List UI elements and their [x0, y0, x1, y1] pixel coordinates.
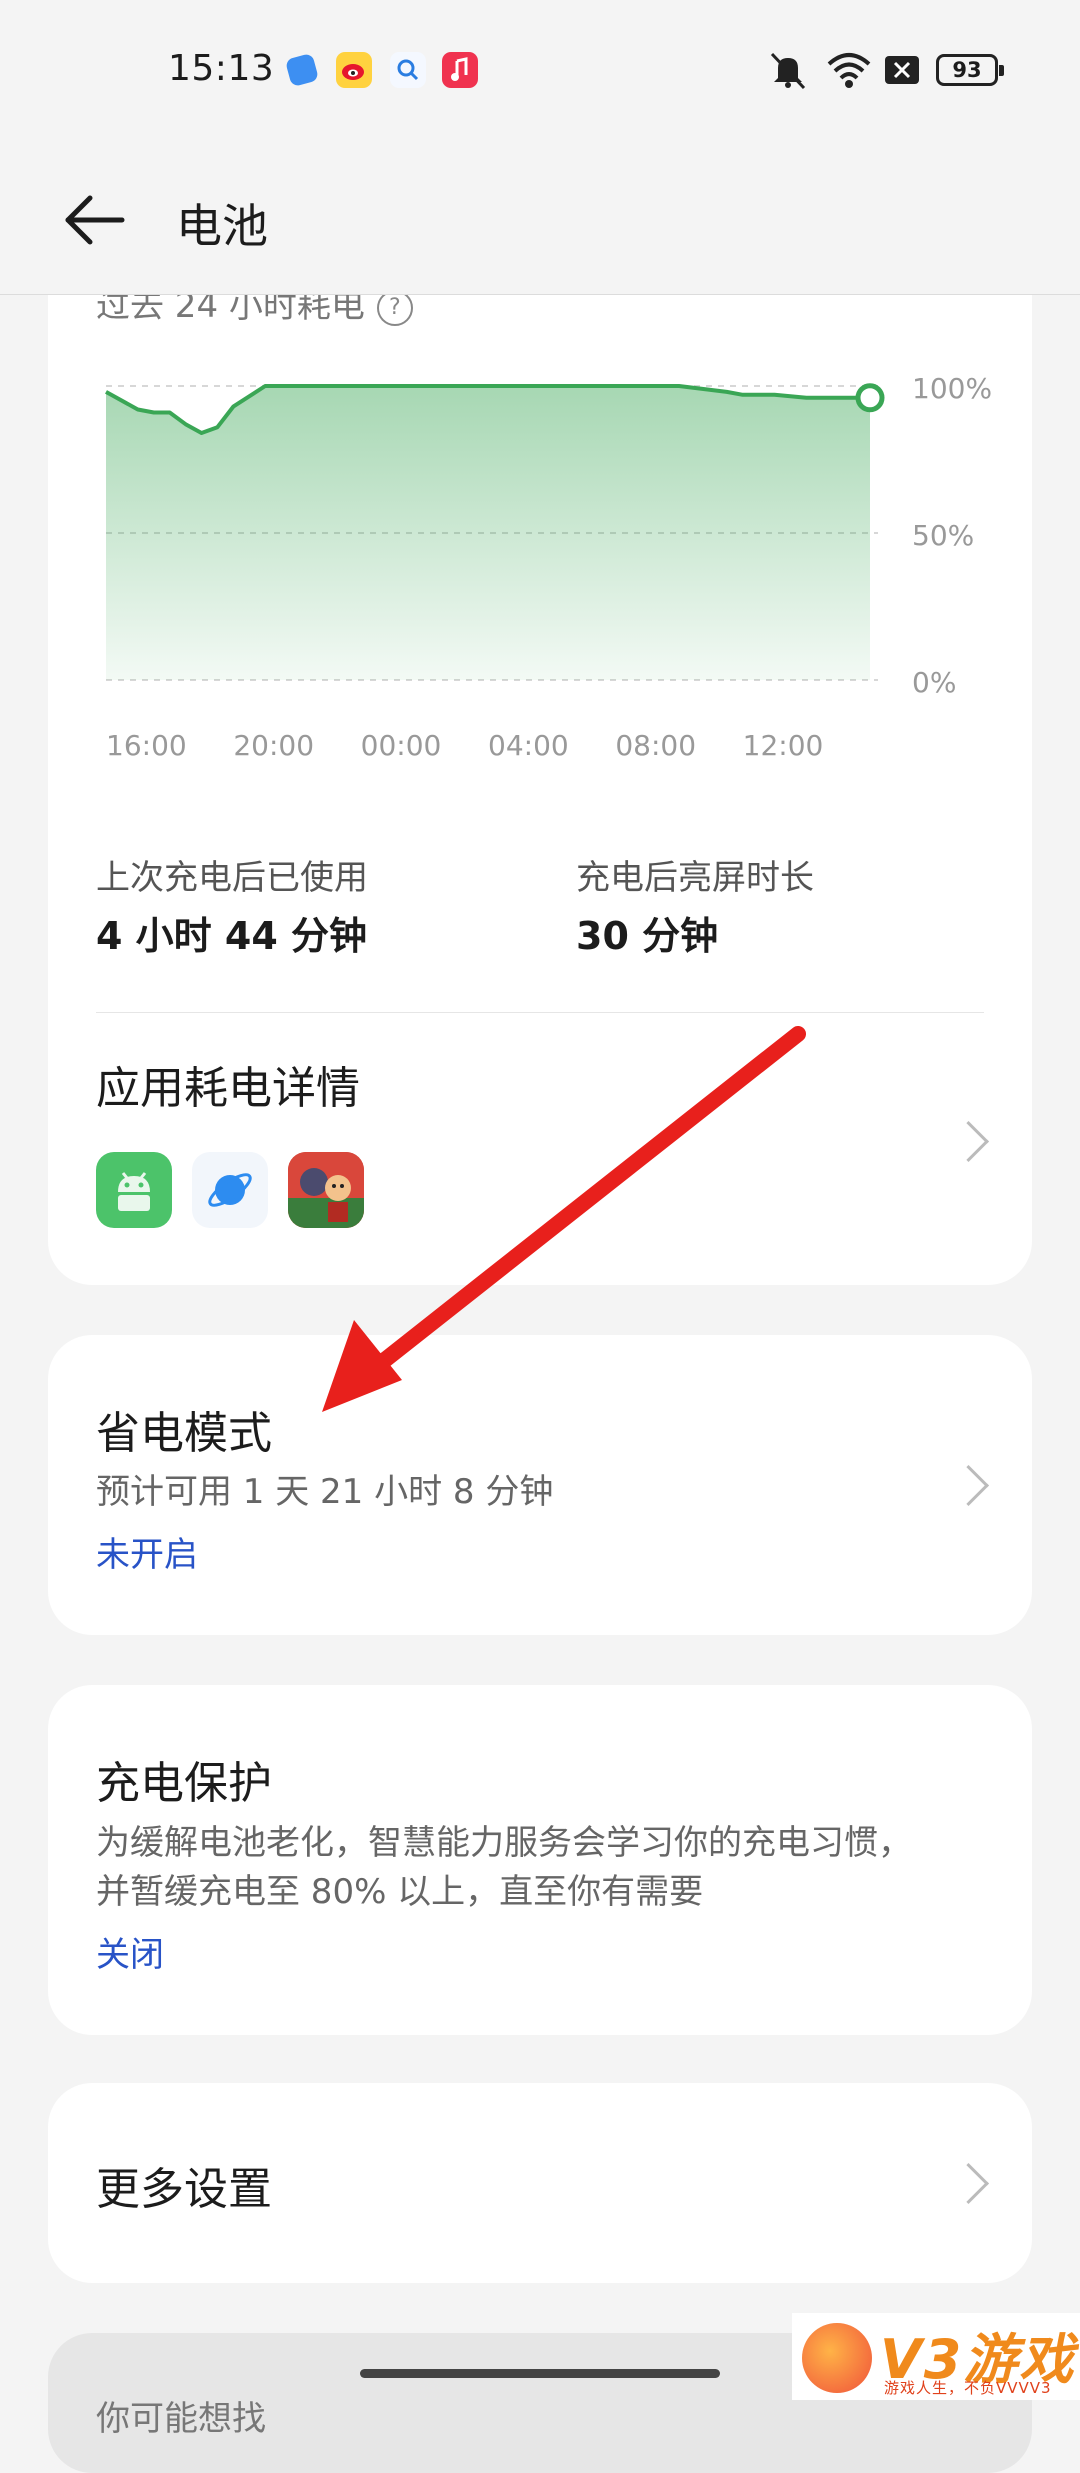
y-tick-label: 100% [912, 372, 992, 405]
watermark-logo [802, 2323, 872, 2393]
since-charge-value: 4 小时 44 分钟 [96, 914, 368, 958]
status-time: 15:13 [168, 48, 275, 89]
watermark: V3游戏 游戏人生，不负VVVV3 [792, 2313, 1080, 2400]
app-usage-row[interactable]: 应用耗电详情 [48, 1012, 1032, 1282]
mute-icon [766, 50, 810, 90]
x-tick-label: 04:00 [488, 729, 569, 760]
since-charge-label: 上次充电后已使用 [96, 858, 368, 898]
x-tick-label: 08:00 [615, 729, 696, 760]
charge-protection-card[interactable]: 充电保护 为缓解电池老化，智慧能力服务会学习你的充电习惯， 并暂缓充电至 80%… [48, 1685, 1032, 2035]
music-icon [442, 52, 478, 88]
watermark-slogan: 游戏人生，不负VVVV3 [884, 2379, 1052, 2397]
chart-current-point [855, 383, 885, 413]
browser-icon [192, 1152, 268, 1228]
chevron-right-icon [947, 1120, 990, 1163]
more-settings-title: 更多设置 [96, 2164, 272, 2215]
charge-protection-status: 关闭 [96, 1935, 164, 1975]
x-tick-label: 00:00 [361, 729, 442, 760]
back-arrow-icon[interactable] [60, 192, 130, 248]
android-icon [96, 1152, 172, 1228]
power-saving-card[interactable]: 省电模式 预计可用 1 天 21 小时 8 分钟 未开启 [48, 1335, 1032, 1635]
status-bar: 15:13 93 [0, 0, 1080, 140]
screen-on-label: 充电后亮屏时长 [576, 858, 814, 898]
power-saving-estimate: 预计可用 1 天 21 小时 8 分钟 [96, 1472, 554, 1512]
battery-chart: 100% 50% 0% 16:00 20:00 00:00 04:00 08:00 12:00 [105, 372, 992, 760]
game-icon [288, 1152, 364, 1228]
suggestions-title: 你可能想找 [96, 2399, 266, 2439]
search-app-icon [390, 52, 426, 88]
wifi-icon [826, 50, 872, 90]
x-tick-label: 12:00 [743, 729, 824, 760]
battery-usage-card: 过去 24 小时耗电? 100% 50% 0% 16:00 20:00 00:00 04:0… [48, 240, 1032, 1285]
app-blue-icon [284, 52, 320, 88]
y-tick-label: 50% [912, 519, 974, 552]
screen-on-value: 30 分钟 [576, 914, 719, 958]
weibo-icon [336, 52, 372, 88]
power-saving-status: 未开启 [96, 1535, 198, 1575]
chevron-right-icon [947, 2162, 990, 2205]
app-usage-title: 应用耗电详情 [96, 1063, 360, 1114]
battery-indicator: 93 [936, 54, 1004, 86]
y-tick-label: 0% [912, 666, 956, 699]
charge-protection-desc-2: 并暂缓充电至 80% 以上，直至你有需要 [96, 1872, 704, 1912]
more-settings-card[interactable]: 更多设置 [48, 2083, 1032, 2283]
charge-protection-desc-1: 为缓解电池老化，智慧能力服务会学习你的充电习惯， [96, 1823, 912, 1863]
power-saving-title: 省电模式 [96, 1408, 272, 1459]
chart-area-fill [106, 386, 870, 680]
top-app-bar: 电池 [0, 140, 1080, 295]
x-tick-label: 20:00 [233, 729, 314, 760]
page-title: 电池 [176, 199, 268, 253]
charge-protection-title: 充电保护 [96, 1758, 272, 1809]
chevron-right-icon [947, 1464, 990, 1507]
close-box-icon [885, 50, 921, 90]
x-tick-label: 16:00 [106, 729, 187, 760]
home-indicator[interactable] [360, 2369, 720, 2378]
